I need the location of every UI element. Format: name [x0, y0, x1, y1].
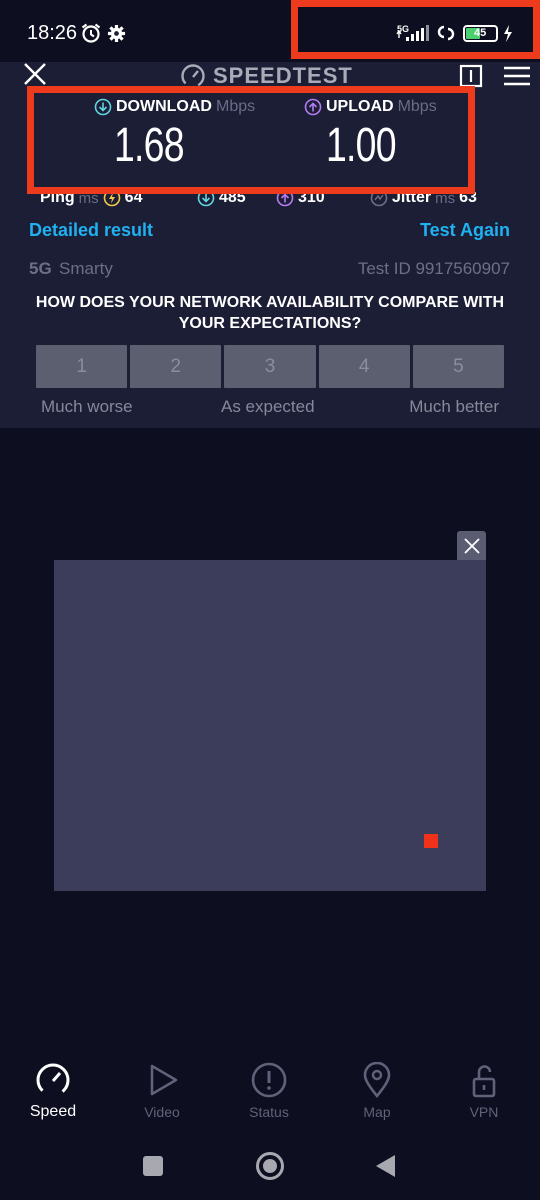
close-icon	[463, 537, 480, 554]
play-icon	[150, 1064, 178, 1096]
status-time: 18:26	[27, 22, 78, 44]
nav-item-map[interactable]: Map	[337, 1058, 417, 1128]
nav-label-video: Video	[144, 1104, 180, 1120]
ad-marker	[424, 834, 438, 848]
rating-button-1[interactable]: 1	[36, 345, 128, 388]
results-panel: 18:26 5G 45 SPEEDTEST DOWNLOAD Mbps 1.68…	[0, 0, 540, 428]
detailed-result-link[interactable]: Detailed result	[29, 220, 153, 241]
survey-question-line1: HOW DOES YOUR NETWORK AVAILABILITY COMPA…	[35, 294, 505, 311]
survey-question: HOW DOES YOUR NETWORK AVAILABILITY COMPA…	[0, 292, 540, 334]
survey-question-line2: YOUR EXPECTATIONS?	[178, 315, 362, 332]
alert-icon	[251, 1062, 287, 1098]
test-id: Test ID 9917560907	[357, 259, 510, 278]
test-again-link[interactable]: Test Again	[420, 220, 510, 241]
home-button-dot	[263, 1159, 277, 1173]
nav-item-status[interactable]: Status	[229, 1058, 309, 1128]
recents-button[interactable]	[143, 1156, 163, 1176]
share-icon[interactable]	[459, 64, 483, 88]
map-pin-icon	[363, 1062, 391, 1098]
ad-close-button[interactable]	[457, 531, 486, 560]
rating-button-5[interactable]: 5	[412, 345, 505, 388]
highlight-box-results	[27, 86, 475, 194]
speedometer-icon	[36, 1063, 70, 1097]
highlight-box-status	[291, 0, 540, 59]
network-type: 5G	[29, 259, 52, 278]
unlock-icon	[472, 1065, 496, 1098]
bottom-nav: Speed Video Status Map VPN	[0, 1058, 540, 1128]
rating-button-4[interactable]: 4	[318, 345, 410, 388]
nav-label-status: Status	[249, 1104, 289, 1120]
alarm-icon	[81, 23, 101, 43]
nav-item-speed[interactable]: Speed	[13, 1058, 93, 1128]
back-icon[interactable]	[374, 1154, 396, 1178]
nav-label-speed: Speed	[29, 1103, 77, 1120]
screen: 18:26 5G 45 SPEEDTEST DOWNLOAD Mbps 1.68…	[0, 0, 540, 1200]
nav-label-vpn: VPN	[469, 1104, 499, 1120]
rating-label-high: Much better	[409, 397, 499, 416]
network-provider: Smarty	[59, 259, 113, 278]
settings-gear-icon	[107, 24, 126, 43]
ad-panel[interactable]	[54, 560, 486, 891]
rating-scale: 1 2 3 4 5	[36, 345, 505, 388]
home-button[interactable]	[256, 1152, 284, 1180]
nav-item-video[interactable]: Video	[122, 1058, 202, 1128]
nav-label-map: Map	[363, 1104, 391, 1120]
rating-label-low: Much worse	[41, 397, 133, 416]
rating-button-2[interactable]: 2	[130, 345, 222, 388]
menu-icon[interactable]	[504, 66, 530, 86]
rating-label-mid: As expected	[221, 397, 315, 416]
system-nav-bar	[0, 1146, 540, 1186]
rating-button-3[interactable]: 3	[224, 345, 316, 388]
close-icon[interactable]	[23, 62, 47, 86]
nav-item-vpn[interactable]: VPN	[444, 1058, 524, 1128]
